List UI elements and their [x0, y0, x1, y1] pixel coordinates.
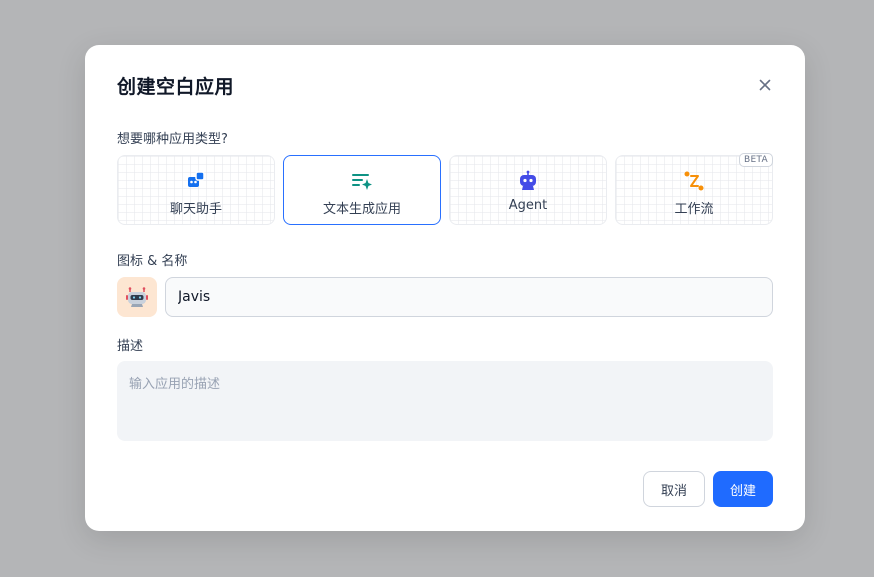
type-option-text-generation[interactable]: 文本生成应用 — [283, 155, 441, 225]
description-label: 描述 — [117, 339, 144, 354]
app-type-label: 想要哪种应用类型? — [117, 132, 228, 147]
app-type-selector: 聊天助手 文本生成应用 Agent 工作流 BETA — [117, 153, 773, 225]
workflow-icon — [684, 171, 704, 191]
cancel-button[interactable]: 取消 — [643, 471, 705, 507]
type-label-workflow: 工作流 — [674, 202, 714, 217]
chat-assistant-icon — [188, 171, 205, 187]
create-app-dialog: 创建空白应用 想要哪种应用类型? 聊天助手 文本生成应用 Agent 工作流 B… — [85, 45, 805, 531]
robot-icon — [520, 170, 536, 190]
beta-badge: BETA — [738, 153, 773, 167]
type-option-agent[interactable]: Agent — [449, 155, 607, 225]
app-name-input[interactable] — [165, 277, 773, 317]
dialog-title: 创建空白应用 — [117, 76, 235, 98]
type-label-agent: Agent — [508, 198, 548, 213]
icon-name-label: 图标 & 名称 — [117, 254, 188, 269]
text-generation-icon — [352, 174, 372, 190]
create-button[interactable]: 创建 — [713, 471, 773, 507]
type-option-chat-assistant[interactable]: 聊天助手 — [117, 155, 275, 225]
type-label-text-generation: 文本生成应用 — [322, 202, 401, 217]
close-icon[interactable] — [755, 75, 775, 95]
description-textarea[interactable] — [117, 361, 773, 441]
type-option-workflow[interactable]: 工作流 BETA — [615, 153, 773, 225]
robot-avatar-icon — [126, 287, 148, 307]
app-icon-picker[interactable] — [117, 277, 157, 317]
type-label-chat-assistant: 聊天助手 — [169, 202, 222, 217]
